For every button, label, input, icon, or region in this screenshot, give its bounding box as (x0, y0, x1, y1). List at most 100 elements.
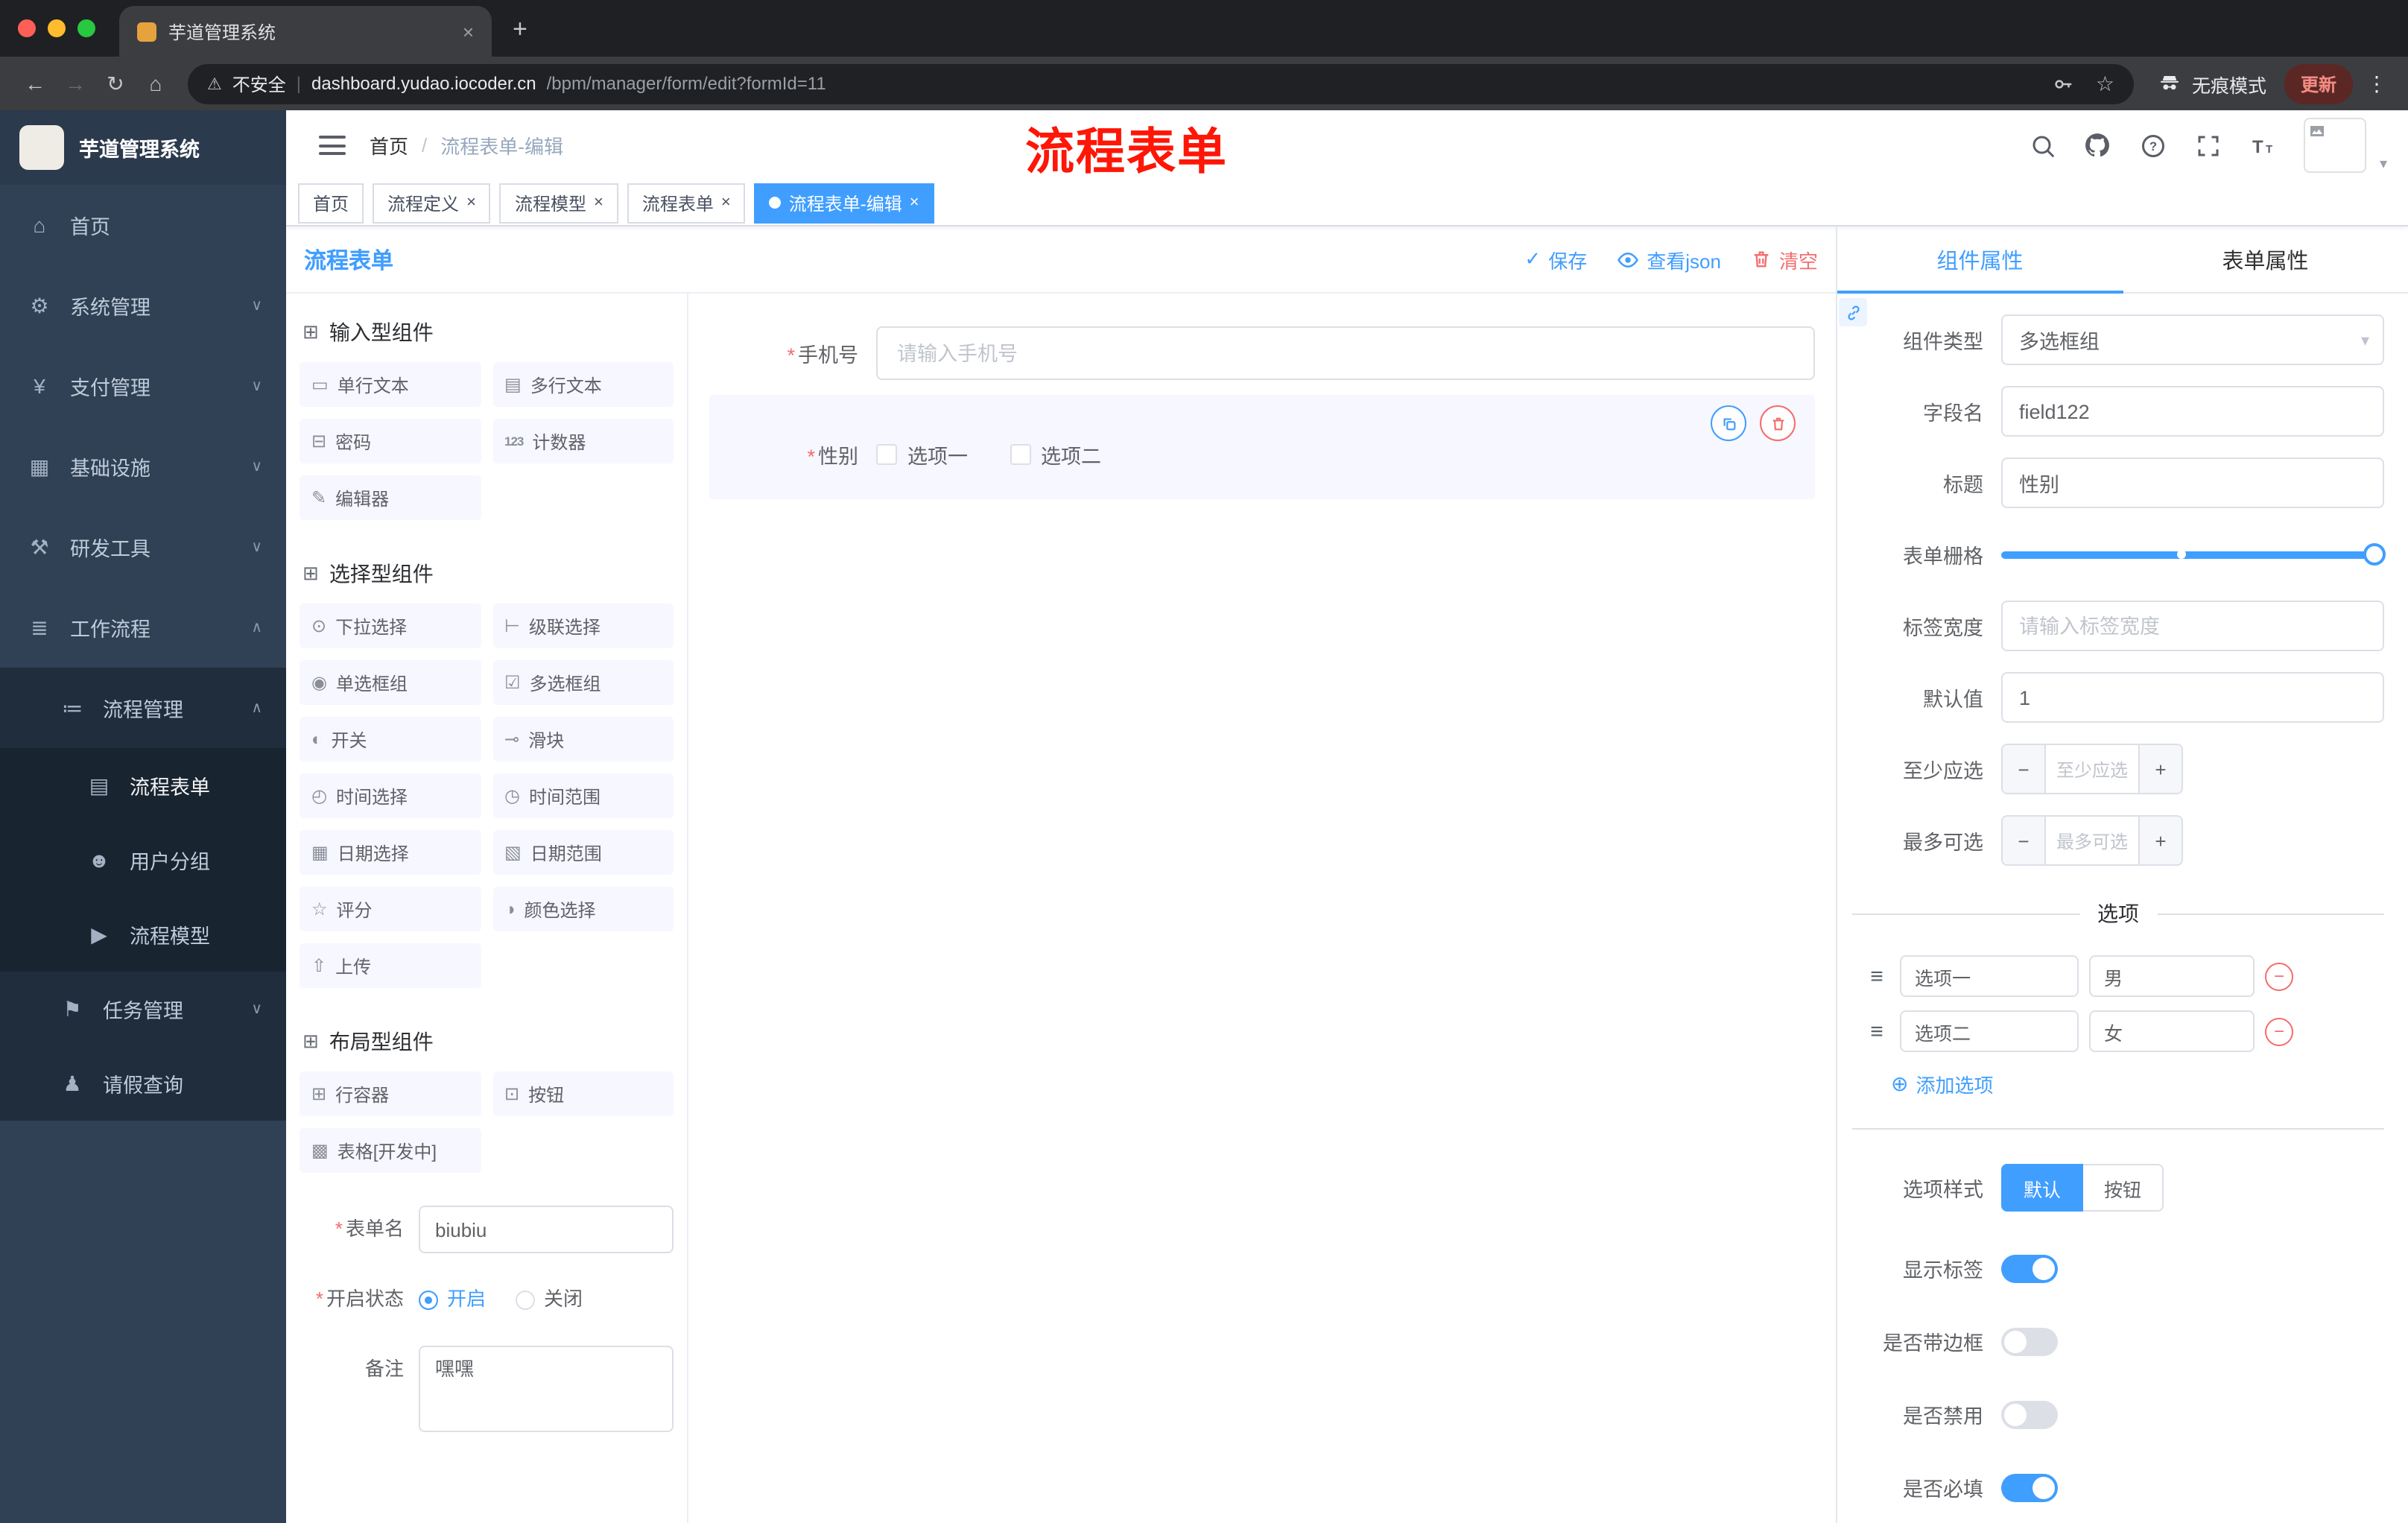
field-name-input[interactable] (2001, 386, 2384, 437)
browser-menu-icon[interactable]: ⋮ (2353, 71, 2393, 96)
palette-item-password[interactable]: ⊟ 密码 (300, 419, 481, 463)
palette-item-cascader[interactable]: ⊢ 级联选择 (492, 604, 674, 648)
breadcrumb-home[interactable]: 首页 (370, 131, 408, 159)
sidebar-item-home[interactable]: ⌂ 首页 (0, 185, 286, 265)
max-select-value[interactable]: 最多可选 (2046, 817, 2138, 864)
palette-item-switch[interactable]: ◐ 开关 (300, 717, 481, 762)
minus-button[interactable]: − (2003, 817, 2046, 864)
status-off-radio[interactable]: 关闭 (516, 1276, 583, 1323)
style-default-button[interactable]: 默认 (2001, 1164, 2084, 1212)
tag-close-icon[interactable]: × (594, 194, 603, 212)
palette-item-time-range[interactable]: ◷ 时间范围 (492, 773, 674, 818)
palette-item-slider[interactable]: ⊸ 滑块 (492, 717, 674, 762)
minimize-window-button[interactable] (48, 19, 66, 37)
sidebar-item-process-model[interactable]: ▶ 流程模型 (0, 897, 286, 972)
add-option-button[interactable]: ⊕ 添加选项 (1891, 1070, 2384, 1098)
tab-form-props[interactable]: 表单属性 (2123, 227, 2408, 292)
remove-option-button[interactable]: − (2265, 1017, 2293, 1045)
component-type-select[interactable] (2001, 314, 2384, 365)
drag-handle-icon[interactable]: ≡ (1864, 1019, 1889, 1044)
tag-process-form[interactable]: 流程表单 × (627, 183, 746, 223)
palette-item-button[interactable]: ⊡ 按钮 (492, 1071, 674, 1116)
option-label-input[interactable] (1900, 955, 2079, 997)
palette-item-date-range[interactable]: ▧ 日期范围 (492, 830, 674, 875)
drag-handle-icon[interactable]: ≡ (1864, 963, 1889, 989)
browser-tab[interactable]: 芋道管理系统 × (119, 6, 492, 57)
form-canvas[interactable]: * 手机号 请输入手机号 * 性别 选项一 选项二 (688, 294, 1836, 1523)
gender-option-1-checkbox[interactable]: 选项一 (876, 440, 968, 469)
reload-button[interactable]: ↻ (95, 63, 136, 104)
palette-item-date-picker[interactable]: ▦ 日期选择 (300, 830, 481, 875)
sidebar-item-process-mgmt[interactable]: ≔ 流程管理 ∧ (0, 668, 286, 748)
password-key-icon[interactable] (2048, 69, 2078, 98)
palette-item-color-picker[interactable]: ◑ 颜色选择 (492, 887, 674, 931)
avatar-caret-icon[interactable]: ▾ (2380, 156, 2387, 173)
search-icon[interactable] (2028, 130, 2058, 160)
palette-item-time-picker[interactable]: ◴ 时间选择 (300, 773, 481, 818)
sidebar-item-system-mgmt[interactable]: ⚙ 系统管理 ∨ (0, 265, 286, 346)
style-button-button[interactable]: 按钮 (2083, 1164, 2164, 1212)
clear-button[interactable]: 清空 (1751, 245, 1818, 273)
tag-home[interactable]: 首页 (298, 183, 364, 223)
slider-handle[interactable] (2363, 543, 2386, 566)
title-input[interactable] (2001, 457, 2384, 508)
required-switch[interactable] (2001, 1473, 2058, 1501)
min-select-value[interactable]: 至少应选 (2046, 745, 2138, 793)
forward-button[interactable]: → (55, 63, 95, 104)
gender-field-selected[interactable]: * 性别 选项一 选项二 (709, 395, 1815, 499)
close-window-button[interactable] (18, 19, 36, 37)
form-remark-textarea[interactable]: 嘿嘿 (419, 1346, 674, 1432)
delete-component-button[interactable] (1760, 405, 1796, 441)
sidebar-item-infrastructure[interactable]: ▦ 基础设施 ∨ (0, 426, 286, 507)
copy-component-button[interactable] (1711, 405, 1746, 441)
option-label-input[interactable] (1900, 1010, 2079, 1052)
browser-update-button[interactable]: 更新 (2284, 63, 2353, 104)
bookmark-star-icon[interactable]: ☆ (2096, 71, 2114, 96)
tab-component-props[interactable]: 组件属性 (1837, 227, 2123, 294)
phone-input[interactable] (876, 326, 1815, 380)
remove-option-button[interactable]: − (2265, 962, 2293, 990)
save-button[interactable]: ✓ 保存 (1524, 245, 1587, 273)
sidebar-item-task-mgmt[interactable]: ⚑ 任务管理 ∨ (0, 972, 286, 1046)
help-icon[interactable]: ? (2138, 130, 2168, 160)
default-value-input[interactable] (2001, 672, 2384, 723)
link-icon[interactable] (1839, 298, 1867, 326)
back-button[interactable]: ← (15, 63, 55, 104)
palette-item-checkbox-group[interactable]: ☑ 多选框组 (492, 660, 674, 705)
palette-item-single-line-text[interactable]: ▭ 单行文本 (300, 362, 481, 407)
sidebar-item-dev-tools[interactable]: ⚒ 研发工具 ∨ (0, 507, 286, 587)
tag-process-form-edit[interactable]: 流程表单-编辑 × (754, 183, 934, 223)
github-icon[interactable] (2083, 130, 2113, 160)
palette-item-row-container[interactable]: ⊞ 行容器 (300, 1071, 481, 1116)
palette-item-counter[interactable]: 123 计数器 (492, 419, 674, 463)
tag-process-model[interactable]: 流程模型 × (499, 183, 618, 223)
label-width-input[interactable] (2001, 601, 2384, 651)
new-tab-button[interactable]: + (492, 15, 527, 57)
phone-field[interactable]: * 手机号 (709, 326, 1815, 380)
show-label-switch[interactable] (2001, 1254, 2058, 1282)
tag-process-definition[interactable]: 流程定义 × (373, 183, 491, 223)
minus-button[interactable]: − (2003, 745, 2046, 793)
sidebar-item-workflow[interactable]: ≣ 工作流程 ∧ (0, 587, 286, 668)
font-size-icon[interactable]: TT (2249, 130, 2278, 160)
avatar[interactable] (2303, 118, 2366, 173)
plus-button[interactable]: + (2138, 745, 2182, 793)
gender-option-2-checkbox[interactable]: 选项二 (1010, 440, 1101, 469)
status-on-radio[interactable]: 开启 (419, 1276, 486, 1323)
palette-item-editor[interactable]: ✎ 编辑器 (300, 475, 481, 520)
tab-close-icon[interactable]: × (463, 20, 474, 42)
fullscreen-icon[interactable] (2193, 130, 2223, 160)
view-json-button[interactable]: 查看json (1617, 245, 1721, 273)
sidebar-item-leave-query[interactable]: ♟ 请假查询 (0, 1046, 286, 1121)
option-value-input[interactable] (2089, 1010, 2255, 1052)
form-name-input[interactable] (419, 1206, 674, 1253)
security-label[interactable]: 不安全 (232, 71, 286, 96)
disabled-switch[interactable] (2001, 1400, 2058, 1428)
sidebar-item-user-group[interactable]: ☻ 用户分组 (0, 823, 286, 897)
option-value-input[interactable] (2089, 955, 2255, 997)
maximize-window-button[interactable] (77, 19, 95, 37)
sidebar-toggle-icon[interactable] (319, 136, 346, 155)
url-bar[interactable]: ⚠ 不安全 | dashboard.yudao.iocoder.cn/bpm/m… (188, 63, 2134, 104)
gender-field[interactable]: * 性别 选项一 选项二 (709, 440, 1794, 469)
sidebar-item-payment-mgmt[interactable]: ¥ 支付管理 ∨ (0, 346, 286, 426)
